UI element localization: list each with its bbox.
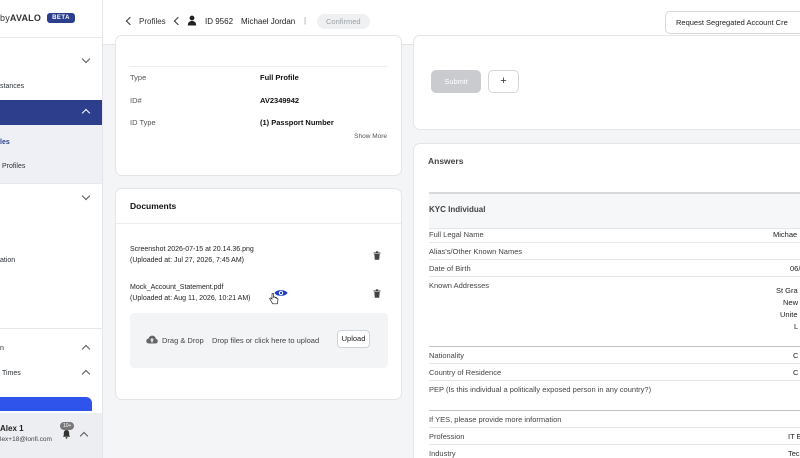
chevron-down-icon [81, 191, 91, 201]
add-button[interactable]: + [488, 70, 519, 93]
answer-value: Michae [773, 230, 798, 239]
answer-question: Nationality [429, 351, 465, 360]
trash-icon[interactable] [373, 251, 381, 260]
trash-icon[interactable] [373, 289, 381, 298]
user-menu[interactable]: Alex 1 lex+18@lonfi.com 10+ [0, 413, 102, 458]
sidebar-divider [0, 183, 102, 184]
request-segregated-account-button[interactable]: Request Segregated Account Cre [665, 11, 800, 34]
sidebar: byAVALO BETA stances les Profiles ation … [0, 0, 103, 458]
person-icon [187, 15, 197, 26]
divider [116, 223, 401, 224]
answer-question: Industry [429, 449, 456, 458]
answer-value: St Gra [776, 286, 798, 295]
answer-value: IT E [788, 432, 800, 441]
bell-icon[interactable] [62, 429, 71, 439]
answer-question: Country of Residence [429, 368, 502, 377]
back-chevron-icon[interactable] [125, 16, 135, 26]
sidebar-divider [0, 37, 102, 38]
row-divider [429, 276, 800, 277]
answer-question: Date of Birth [429, 264, 471, 273]
breadcrumb-profiles[interactable]: Profiles [139, 17, 166, 26]
upload-button[interactable]: Upload [337, 330, 370, 348]
document-upload-date: (Uploaded at: Jul 27, 2026, 7:45 AM) [130, 257, 245, 264]
sidebar-item-information[interactable]: ation [0, 254, 102, 266]
row-divider [429, 380, 800, 381]
sidebar-action-button[interactable] [0, 397, 92, 411]
profile-details-card: Type Full Profile ID# AV2349942 ID Type … [115, 35, 402, 176]
answer-value-line: L [794, 322, 799, 331]
row-divider [129, 66, 387, 67]
beta-badge: BETA [47, 13, 75, 23]
chevron-up-icon [81, 369, 91, 379]
answer-question: Full Legal Name [429, 230, 484, 239]
profile-id: ID 9562 [205, 17, 234, 26]
profile-name: Michael Jordan [241, 17, 296, 26]
answer-value: C [793, 351, 799, 360]
chevron-up-icon [81, 344, 91, 354]
kyc-section-header: KYC Individual [429, 194, 800, 228]
answers-title: Answers [428, 156, 464, 166]
sidebar-item-section[interactable]: n [0, 342, 102, 354]
dropzone-title: Drag & Drop [162, 336, 204, 345]
dropzone-hint: Drop files or click here to upload [212, 336, 320, 345]
submit-button[interactable]: Submit [431, 70, 481, 93]
row-divider [429, 228, 800, 229]
row-divider [429, 410, 800, 411]
answer-value: C [793, 368, 799, 377]
show-more-link[interactable]: Show More [354, 133, 387, 140]
sidebar-submenu: les Profiles [0, 125, 102, 183]
sidebar-item-profiles[interactable]: les [0, 136, 102, 148]
row-divider [429, 363, 800, 364]
status-badge: Confirmed [317, 14, 370, 29]
sidebar-item-instances[interactable]: stances [0, 80, 102, 92]
answer-value-line: Unite [780, 310, 798, 319]
hand-cursor-icon [269, 293, 279, 305]
chevron-up-icon [81, 108, 91, 118]
back-chevron-icon[interactable] [173, 16, 183, 26]
row-divider [429, 444, 800, 445]
row-divider [429, 427, 800, 428]
answer-value-line: New [783, 298, 799, 307]
document-name[interactable]: Screenshot 2026-07-15 at 20.14.36.png [130, 246, 254, 253]
separator: | [304, 16, 307, 25]
chevron-up-icon[interactable] [79, 431, 89, 441]
sidebar-item-profiles-sub[interactable]: Profiles [0, 160, 102, 172]
sidebar-group-toggle[interactable] [0, 191, 102, 203]
document-upload-date: (Uploaded at: Aug 11, 2026, 10:21 AM) [130, 295, 251, 302]
answer-value: 06/ [790, 264, 800, 273]
brand-logo: byAVALO BETA [0, 10, 75, 26]
row-divider [429, 346, 800, 347]
cloud-upload-icon [146, 335, 158, 344]
answer-question: PEP (Is this individual a politically ex… [429, 385, 652, 394]
document-name[interactable]: Mock_Account_Statement.pdf [130, 284, 223, 291]
file-dropzone[interactable]: Drag & Drop Drop files or click here to … [130, 313, 388, 368]
documents-title: Documents [130, 201, 177, 211]
answer-question: Known Addresses [429, 281, 490, 290]
answers-card: Answers KYC Individual Full Legal Name M… [413, 143, 800, 458]
row-divider [429, 259, 800, 260]
documents-card: Documents Screenshot 2026-07-15 at 20.14… [115, 188, 402, 400]
actions-card: Submit + [413, 35, 800, 130]
chevron-down-icon [81, 54, 91, 64]
sidebar-divider [0, 328, 102, 329]
row-divider [429, 242, 800, 243]
answer-question: Profession [429, 432, 465, 441]
answer-question: If YES, please provide more information [429, 415, 562, 424]
answer-value: Tec [788, 449, 800, 458]
sidebar-group-toggle[interactable] [0, 54, 102, 66]
answer-question: Alias's/Other Known Names [429, 247, 523, 256]
sidebar-item-times[interactable]: Times [0, 367, 102, 379]
sidebar-item-profiles-group[interactable] [0, 100, 102, 125]
